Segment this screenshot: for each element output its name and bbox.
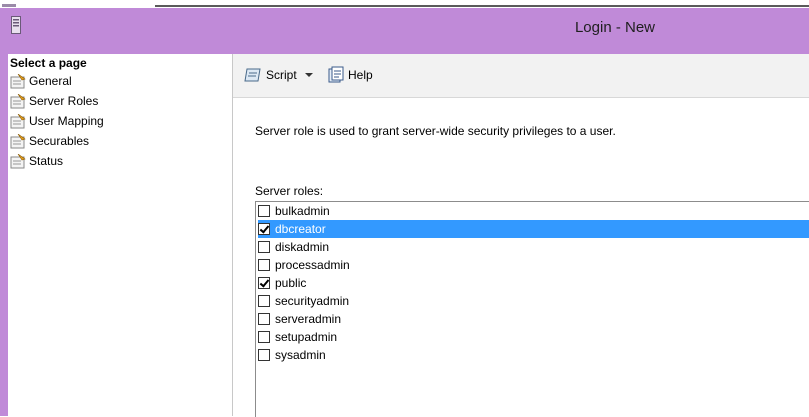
role-checkbox[interactable] (258, 313, 270, 325)
page-item-label: General (29, 74, 72, 88)
page-item-securables[interactable]: Securables (10, 131, 104, 151)
page-icon (10, 153, 26, 168)
page-item-server-roles[interactable]: Server Roles (10, 91, 104, 111)
page-icon (10, 73, 26, 88)
role-row-setupadmin[interactable]: setupadmin (258, 328, 809, 346)
role-row-serveradmin[interactable]: serveradmin (258, 310, 809, 328)
page-item-label: Server Roles (29, 94, 99, 108)
page-description: Server role is used to grant server-wide… (255, 124, 616, 138)
role-label: dbcreator (275, 222, 326, 236)
role-row-dbcreator[interactable]: dbcreator (258, 220, 809, 238)
role-row-securityadmin[interactable]: securityadmin (258, 292, 809, 310)
select-page-pane: Select a page General Server Roles User … (8, 54, 233, 416)
role-checkbox[interactable] (258, 331, 270, 343)
dialog-window: Login - New Select a page General Server… (0, 8, 809, 417)
role-label: sysadmin (275, 348, 326, 362)
role-row-processadmin[interactable]: processadmin (258, 256, 809, 274)
help-button[interactable]: Help (327, 66, 373, 84)
role-label: processadmin (275, 258, 350, 272)
help-icon (328, 66, 344, 83)
toolbar: Script Help (233, 54, 809, 98)
select-page-header: Select a page (10, 56, 87, 70)
page-item-user-mapping[interactable]: User Mapping (10, 111, 104, 131)
role-checkbox[interactable] (258, 295, 270, 307)
role-checkbox[interactable] (258, 205, 270, 217)
page-icon (10, 93, 26, 108)
script-label: Script (266, 68, 297, 82)
page-item-label: User Mapping (29, 114, 104, 128)
role-checkbox[interactable] (258, 259, 270, 271)
server-roles-list[interactable]: bulkadmin dbcreator diskadmin processadm… (255, 201, 809, 417)
role-label: setupadmin (275, 330, 338, 344)
page-item-general[interactable]: General (10, 71, 104, 91)
role-checkbox[interactable] (258, 349, 270, 361)
role-row-public[interactable]: public (258, 274, 809, 292)
script-icon (244, 68, 261, 82)
script-button[interactable]: Script (243, 66, 318, 84)
role-label: public (275, 276, 307, 290)
page-list: General Server Roles User Mapping Secura… (10, 71, 104, 171)
help-label: Help (348, 68, 373, 82)
role-label: serveradmin (275, 312, 342, 326)
role-checkbox[interactable] (258, 241, 270, 253)
top-border-line (155, 5, 809, 7)
page-icon (10, 113, 26, 128)
top-edge (0, 0, 809, 8)
chevron-down-icon[interactable] (303, 70, 315, 80)
window-title: Login - New (574, 19, 656, 36)
role-row-sysadmin[interactable]: sysadmin (258, 346, 809, 364)
title-bar[interactable]: Login - New (0, 8, 809, 46)
page-item-status[interactable]: Status (10, 151, 104, 171)
role-label: securityadmin (275, 294, 350, 308)
server-roles-page: Script Help Server role is used to grant… (233, 54, 809, 417)
role-label: diskadmin (275, 240, 330, 254)
corner-mark (2, 4, 16, 7)
role-checkbox[interactable] (258, 223, 270, 235)
role-row-diskadmin[interactable]: diskadmin (258, 238, 809, 256)
role-row-bulkadmin[interactable]: bulkadmin (258, 202, 809, 220)
page-item-label: Status (29, 154, 64, 168)
role-label: bulkadmin (275, 204, 330, 218)
page-item-label: Securables (29, 134, 90, 148)
page-icon (10, 133, 26, 148)
server-roles-label: Server roles: (255, 184, 324, 198)
role-checkbox[interactable] (258, 277, 270, 289)
